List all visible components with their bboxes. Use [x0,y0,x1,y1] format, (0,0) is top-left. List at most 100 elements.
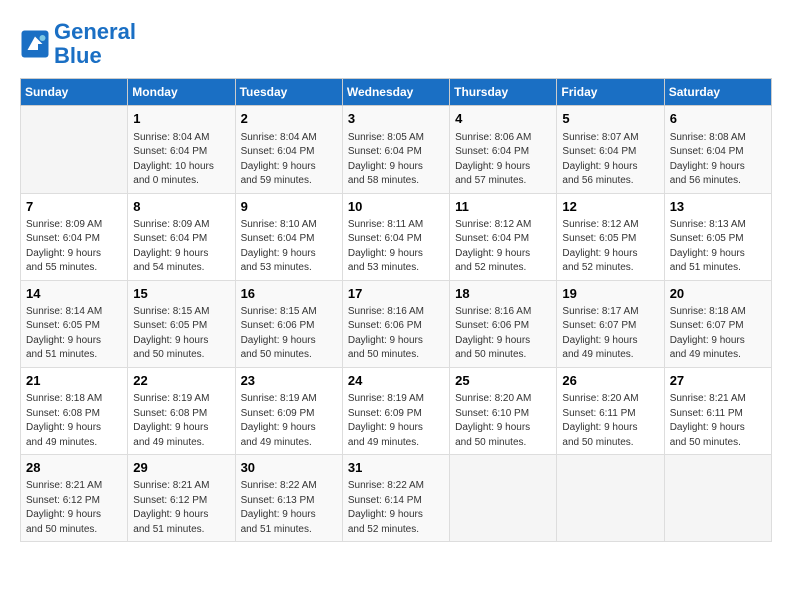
day-cell [21,106,128,193]
day-number: 26 [562,372,658,390]
calendar-header: SundayMondayTuesdayWednesdayThursdayFrid… [21,79,772,106]
day-number: 10 [348,198,444,216]
day-number: 9 [241,198,337,216]
day-number: 28 [26,459,122,477]
day-number: 21 [26,372,122,390]
day-cell [450,455,557,542]
day-cell: 3 Sunrise: 8:05 AMSunset: 6:04 PMDaylight… [342,106,449,193]
day-number: 25 [455,372,551,390]
day-number: 2 [241,110,337,128]
day-number: 15 [133,285,229,303]
day-number: 23 [241,372,337,390]
day-cell: 8 Sunrise: 8:09 AMSunset: 6:04 PMDaylight… [128,193,235,280]
day-number: 30 [241,459,337,477]
day-cell: 22Sunrise: 8:19 AMSunset: 6:08 PMDayligh… [128,367,235,454]
header-day-thursday: Thursday [450,79,557,106]
day-number: 11 [455,198,551,216]
day-number: 3 [348,110,444,128]
header-day-sunday: Sunday [21,79,128,106]
day-cell: 7Sunrise: 8:09 AMSunset: 6:04 PMDaylight… [21,193,128,280]
day-info: Sunrise: 8:15 AMSunset: 6:06 PMDaylight:… [241,305,337,363]
header-day-wednesday: Wednesday [342,79,449,106]
day-cell: 12 Sunrise: 8:12 AMSunset: 6:05 PMDayligh… [557,193,664,280]
day-info: Sunrise: 8:18 AMSunset: 6:07 PMDaylight:… [670,305,766,363]
day-info: Sunrise: 8:15 AMSunset: 6:05 PMDaylight:… [133,305,229,363]
day-info: Sunrise: 8:16 AMSunset: 6:06 PMDaylight:… [348,305,444,363]
day-cell: 18Sunrise: 8:16 AMSunset: 6:06 PMDayligh… [450,280,557,367]
day-info: Sunrise: 8:22 AMSunset: 6:13 PMDaylight:… [241,479,337,537]
day-info: Sunrise: 8:12 AMSunset: 6:04 PMDaylight:… [455,218,551,276]
day-number: 14 [26,285,122,303]
calendar-table: SundayMondayTuesdayWednesdayThursdayFrid… [20,78,772,542]
day-cell: 2 Sunrise: 8:04 AMSunset: 6:04 PMDaylight… [235,106,342,193]
logo-general: General [54,19,136,44]
day-cell: 1 Sunrise: 8:04 AMSunset: 6:04 PMDaylight… [128,106,235,193]
header-day-tuesday: Tuesday [235,79,342,106]
calendar-body: 1 Sunrise: 8:04 AMSunset: 6:04 PMDaylight… [21,106,772,542]
day-cell: 26Sunrise: 8:20 AMSunset: 6:11 PMDayligh… [557,367,664,454]
day-number: 17 [348,285,444,303]
day-info: Sunrise: 8:13 AMSunset: 6:05 PMDaylight:… [670,218,766,276]
day-cell: 20 Sunrise: 8:18 AMSunset: 6:07 PMDayligh… [664,280,771,367]
day-number: 13 [670,198,766,216]
week-row-1: 1 Sunrise: 8:04 AMSunset: 6:04 PMDaylight… [21,106,772,193]
day-cell: 23 Sunrise: 8:19 AMSunset: 6:09 PMDayligh… [235,367,342,454]
day-info: Sunrise: 8:06 AMSunset: 6:04 PMDaylight:… [455,131,551,189]
week-row-5: 28 Sunrise: 8:21 AMSunset: 6:12 PMDayligh… [21,455,772,542]
day-cell: 28Sunrise: 8:21 AMSunset: 6:12 PMDayligh… [21,455,128,542]
day-info: Sunrise: 8:10 AMSunset: 6:04 PMDaylight:… [241,218,337,276]
week-row-3: 14 Sunrise: 8:14 AMSunset: 6:05 PMDayligh… [21,280,772,367]
day-number: 8 [133,198,229,216]
day-cell: 16 Sunrise: 8:15 AMSunset: 6:06 PMDayligh… [235,280,342,367]
day-info: Sunrise: 8:21 AMSunset: 6:11 PMDaylight:… [670,392,766,450]
day-number: 29 [133,459,229,477]
day-info: Sunrise: 8:21 AMSunset: 6:12 PMDaylight:… [133,479,229,537]
logo-text: General Blue [54,20,136,68]
day-cell: 15 Sunrise: 8:15 AMSunset: 6:05 PMDayligh… [128,280,235,367]
day-info: Sunrise: 8:20 AMSunset: 6:10 PMDaylight:… [455,392,551,450]
day-info: Sunrise: 8:12 AMSunset: 6:05 PMDaylight:… [562,218,658,276]
day-number: 22 [133,372,229,390]
day-number: 19 [562,285,658,303]
day-info: Sunrise: 8:19 AMSunset: 6:09 PMDaylight:… [241,392,337,450]
day-cell: 13 Sunrise: 8:13 AMSunset: 6:05 PMDayligh… [664,193,771,280]
day-info: Sunrise: 8:22 AMSunset: 6:14 PMDaylight:… [348,479,444,537]
day-info: Sunrise: 8:14 AMSunset: 6:05 PMDaylight:… [26,305,122,363]
week-row-2: 7 Sunrise: 8:09 AMSunset: 6:04 PMDaylight… [21,193,772,280]
day-cell: 5 Sunrise: 8:07 AMSunset: 6:04 PMDaylight… [557,106,664,193]
day-info: Sunrise: 8:11 AMSunset: 6:04 PMDaylight:… [348,218,444,276]
logo: General Blue [20,20,136,68]
day-number: 18 [455,285,551,303]
day-number: 6 [670,110,766,128]
day-cell: 27Sunrise: 8:21 AMSunset: 6:11 PMDayligh… [664,367,771,454]
day-cell: 25 Sunrise: 8:20 AMSunset: 6:10 PMDayligh… [450,367,557,454]
day-info: Sunrise: 8:09 AMSunset: 6:04 PMDaylight:… [133,218,229,276]
day-cell: 11 Sunrise: 8:12 AMSunset: 6:04 PMDayligh… [450,193,557,280]
day-cell: 14 Sunrise: 8:14 AMSunset: 6:05 PMDayligh… [21,280,128,367]
day-cell [664,455,771,542]
day-cell: 19Sunrise: 8:17 AMSunset: 6:07 PMDayligh… [557,280,664,367]
day-number: 1 [133,110,229,128]
header-day-friday: Friday [557,79,664,106]
day-info: Sunrise: 8:04 AMSunset: 6:04 PMDaylight:… [133,131,229,189]
day-info: Sunrise: 8:04 AMSunset: 6:04 PMDaylight:… [241,131,337,189]
day-info: Sunrise: 8:18 AMSunset: 6:08 PMDaylight:… [26,392,122,450]
day-info: Sunrise: 8:07 AMSunset: 6:04 PMDaylight:… [562,131,658,189]
day-cell: 31 Sunrise: 8:22 AMSunset: 6:14 PMDayligh… [342,455,449,542]
day-number: 4 [455,110,551,128]
day-number: 16 [241,285,337,303]
day-number: 31 [348,459,444,477]
day-cell [557,455,664,542]
day-number: 24 [348,372,444,390]
day-cell: 4 Sunrise: 8:06 AMSunset: 6:04 PMDaylight… [450,106,557,193]
day-info: Sunrise: 8:19 AMSunset: 6:09 PMDaylight:… [348,392,444,450]
day-info: Sunrise: 8:05 AMSunset: 6:04 PMDaylight:… [348,131,444,189]
day-cell: 30 Sunrise: 8:22 AMSunset: 6:13 PMDayligh… [235,455,342,542]
day-number: 12 [562,198,658,216]
day-number: 20 [670,285,766,303]
day-cell: 29 Sunrise: 8:21 AMSunset: 6:12 PMDayligh… [128,455,235,542]
week-row-4: 21 Sunrise: 8:18 AMSunset: 6:08 PMDayligh… [21,367,772,454]
day-number: 7 [26,198,122,216]
page-header: General Blue [20,20,772,68]
day-number: 5 [562,110,658,128]
